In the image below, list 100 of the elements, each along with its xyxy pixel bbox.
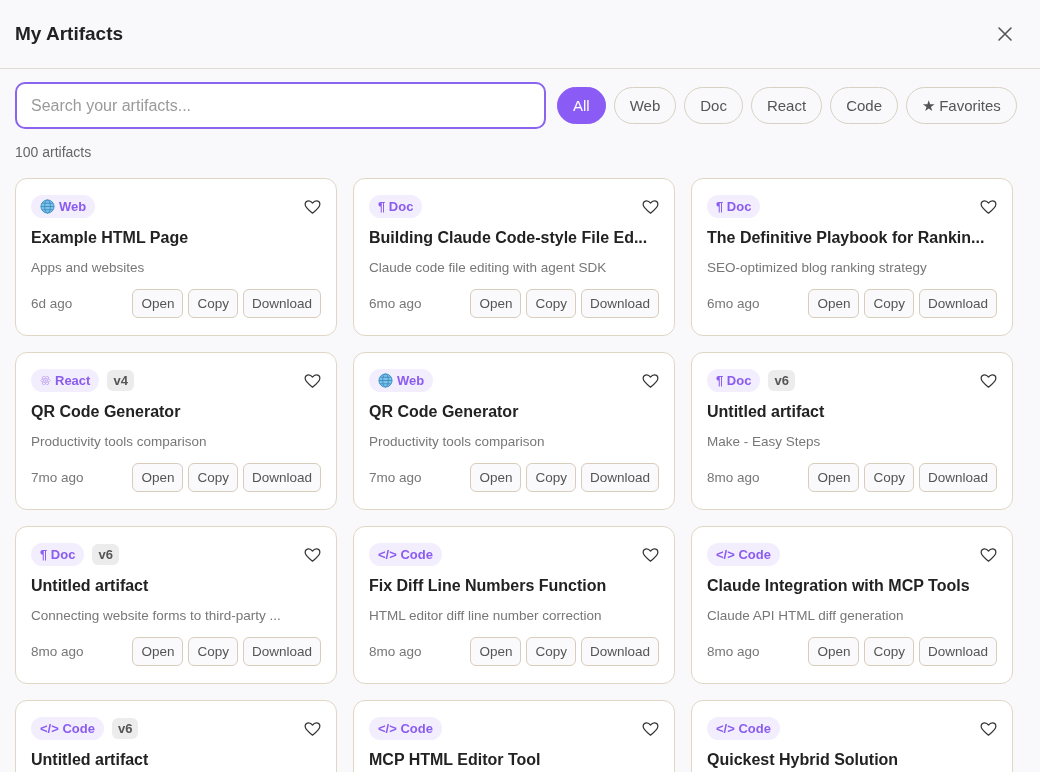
artifact-title: Untitled artifact	[707, 403, 826, 421]
artifact-description: Productivity tools comparison	[31, 434, 208, 449]
artifact-description: Apps and websites	[31, 260, 146, 275]
artifact-count: 100 artifacts	[15, 144, 93, 160]
artifact-title: MCP HTML Editor Tool	[369, 751, 542, 769]
filter-chip[interactable]: Web	[613, 87, 677, 124]
artifact-title: Building Claude Code-style File Ed...	[369, 229, 649, 247]
heart-icon[interactable]	[642, 720, 659, 737]
artifact-card[interactable]: React v4 QR Code Generator Productivity tools comparison 7mo ago Open Copy Download	[15, 352, 337, 510]
artifact-card[interactable]: </> Code Fix Diff Line Numbers Function HTML editor diff line number correction 8mo ago Open Copy Download	[353, 526, 675, 684]
type-badge: React	[31, 369, 100, 392]
artifact-card[interactable]: Web Example HTML Page Apps and websites 6d ago Open Copy Download	[15, 178, 337, 336]
action-button[interactable]: Copy	[188, 463, 238, 492]
type-badge: </> Code	[707, 717, 780, 740]
action-button[interactable]: Open	[470, 637, 522, 666]
artifact-description: Claude code file editing with agent SDK	[369, 260, 608, 275]
type-badge: </> Code	[31, 717, 104, 740]
action-button[interactable]: Copy	[526, 637, 576, 666]
action-button[interactable]: Open	[132, 463, 184, 492]
heart-icon[interactable]	[980, 198, 997, 215]
artifact-card[interactable]: ¶ Doc v6 Untitled artifact Connecting website forms to third-party ... 8mo ago Open Copy Download	[15, 526, 337, 684]
heart-icon[interactable]	[304, 372, 321, 389]
type-badge: ¶ Doc	[707, 195, 761, 218]
artifact-title: QR Code Generator	[31, 403, 182, 421]
action-button[interactable]: Copy	[864, 289, 914, 318]
action-button[interactable]: Copy	[864, 463, 914, 492]
action-button[interactable]: Open	[470, 289, 522, 318]
search-field[interactable]: Search your artifacts...	[15, 82, 546, 129]
artifact-card[interactable]: Web QR Code Generator Productivity tools comparison 7mo ago Open Copy Download	[353, 352, 675, 510]
filter-chip[interactable]: ★ Favorites	[906, 87, 1017, 124]
heart-icon[interactable]	[642, 198, 659, 215]
action-button[interactable]: Open	[470, 463, 522, 492]
filter-chip[interactable]: Doc	[684, 87, 743, 124]
action-button[interactable]: Open	[808, 637, 860, 666]
timestamp: 6d ago	[31, 296, 73, 311]
type-badge: ¶ Doc	[31, 543, 85, 566]
type-badge: </> Code	[369, 717, 442, 740]
type-badge: ¶ Doc	[707, 369, 761, 392]
action-button[interactable]: Download	[918, 289, 997, 318]
artifact-description: Productivity tools comparison	[369, 434, 546, 449]
close-icon[interactable]	[997, 26, 1013, 42]
heart-icon[interactable]	[304, 198, 321, 215]
timestamp: 8mo ago	[707, 644, 760, 659]
action-button[interactable]: Open	[132, 637, 184, 666]
heart-icon[interactable]	[304, 546, 321, 563]
timestamp: 8mo ago	[369, 644, 422, 659]
action-button[interactable]: Copy	[188, 637, 238, 666]
timestamp: 7mo ago	[31, 470, 84, 485]
type-badge: </> Code	[707, 543, 780, 566]
artifact-card[interactable]: </> Code Claude Integration with MCP Tools Claude API HTML diff generation 8mo ago Open Copy Download	[691, 526, 1013, 684]
type-badge: Web	[31, 195, 96, 218]
version-badge: v6	[92, 544, 119, 565]
action-button[interactable]: Download	[580, 289, 659, 318]
action-button[interactable]: Download	[242, 637, 321, 666]
heart-icon[interactable]	[642, 372, 659, 389]
action-button[interactable]: Open	[132, 289, 184, 318]
artifact-title: QR Code Generator	[369, 403, 520, 421]
action-button[interactable]: Open	[808, 289, 860, 318]
artifact-card[interactable]: ¶ Doc The Definitive Playbook for Rankin... SEO-optimized blog ranking strategy 6mo ago Open Copy Download	[691, 178, 1013, 336]
action-button[interactable]: Download	[580, 463, 659, 492]
artifact-card[interactable]: ¶ Doc Building Claude Code-style File Ed... Claude code file editing with agent SDK 6mo ago Open Copy Download	[353, 178, 675, 336]
action-button[interactable]: Download	[580, 637, 659, 666]
timestamp: 7mo ago	[369, 470, 422, 485]
filter-chip[interactable]: React	[750, 87, 823, 124]
action-button[interactable]: Copy	[526, 463, 576, 492]
action-button[interactable]: Open	[808, 463, 860, 492]
timestamp: 8mo ago	[707, 470, 760, 485]
artifact-card[interactable]: ¶ Doc v6 Untitled artifact Make - Easy Steps 8mo ago Open Copy Download	[691, 352, 1013, 510]
artifact-description: Claude API HTML diff generation	[707, 608, 905, 623]
globe-icon	[378, 373, 393, 388]
artifact-description: SEO-optimized blog ranking strategy	[707, 260, 928, 275]
filter-chip[interactable]: All	[557, 87, 606, 124]
timestamp: 8mo ago	[31, 644, 84, 659]
version-badge: v4	[107, 370, 134, 391]
heart-icon[interactable]	[642, 546, 659, 563]
artifact-title: Untitled artifact	[31, 577, 150, 595]
action-button[interactable]: Copy	[526, 289, 576, 318]
globe-icon	[40, 199, 55, 214]
action-button[interactable]: Download	[242, 289, 321, 318]
artifact-card[interactable]: </> Code Quickest Hybrid Solution	[691, 700, 1013, 772]
action-button[interactable]: Download	[918, 463, 997, 492]
artifact-card[interactable]: </> Code MCP HTML Editor Tool	[353, 700, 675, 772]
artifact-title: Fix Diff Line Numbers Function	[369, 577, 608, 595]
filter-chip[interactable]: Code	[830, 87, 898, 124]
artifact-title: Quickest Hybrid Solution	[707, 751, 900, 769]
action-button[interactable]: Copy	[188, 289, 238, 318]
heart-icon[interactable]	[980, 546, 997, 563]
artifact-title: Example HTML Page	[31, 229, 190, 247]
action-button[interactable]: Copy	[864, 637, 914, 666]
heart-icon[interactable]	[980, 372, 997, 389]
artifact-description: HTML editor diff line number correction	[369, 608, 603, 623]
action-button[interactable]: Download	[918, 637, 997, 666]
heart-icon[interactable]	[980, 720, 997, 737]
artifact-description: Connecting website forms to third-party ...	[31, 608, 282, 623]
dialog-title: My Artifacts	[15, 23, 124, 45]
action-button[interactable]: Download	[242, 463, 321, 492]
heart-icon[interactable]	[304, 720, 321, 737]
artifact-card[interactable]: </> Code v6 Untitled artifact	[15, 700, 337, 772]
artifact-title: The Definitive Playbook for Rankin...	[707, 229, 986, 247]
type-badge: </> Code	[369, 543, 442, 566]
